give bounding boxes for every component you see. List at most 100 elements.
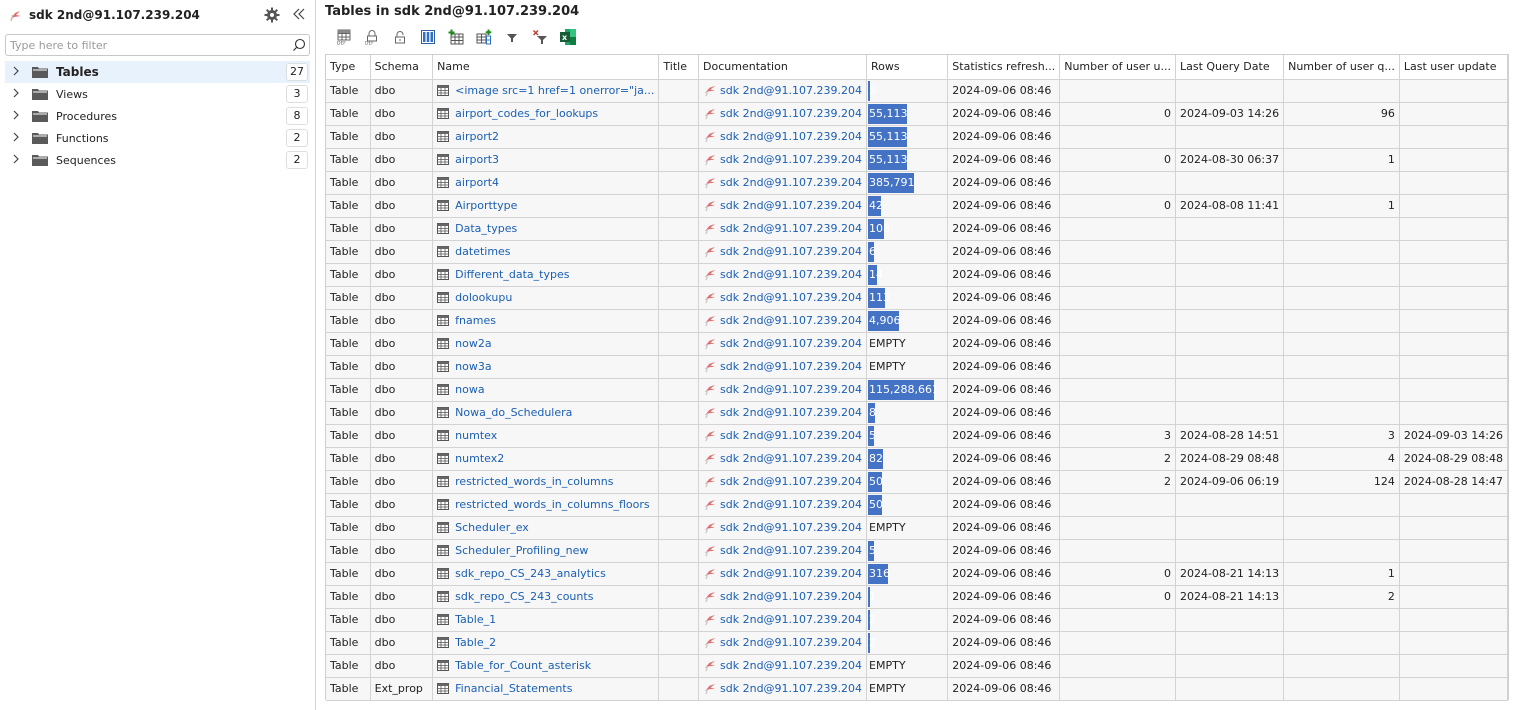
- documentation-link[interactable]: sdk 2nd@91.107.239.204: [720, 521, 862, 534]
- documentation-cell[interactable]: sdk 2nd@91.107.239.204: [698, 469, 868, 494]
- documentation-cell[interactable]: sdk 2nd@91.107.239.204: [698, 193, 868, 218]
- documentation-cell[interactable]: sdk 2nd@91.107.239.204: [698, 216, 868, 241]
- table-name-link[interactable]: Data_types: [455, 222, 517, 235]
- table-name-link[interactable]: now2a: [455, 337, 491, 350]
- documentation-cell[interactable]: sdk 2nd@91.107.239.204: [698, 423, 868, 448]
- column-header[interactable]: Type: [326, 55, 371, 80]
- documentation-cell[interactable]: sdk 2nd@91.107.239.204: [698, 262, 868, 287]
- documentation-link[interactable]: sdk 2nd@91.107.239.204: [720, 153, 862, 166]
- table-name-link[interactable]: sdk_repo_CS_243_analytics: [455, 567, 606, 580]
- documentation-cell[interactable]: sdk 2nd@91.107.239.204: [698, 308, 868, 333]
- table-row[interactable]: Table dbo Table_1 sdk 2nd@91.107.239.204 2 20…: [326, 607, 1509, 632]
- documentation-cell[interactable]: sdk 2nd@91.107.239.204: [698, 561, 868, 586]
- table-name-link[interactable]: datetimes: [455, 245, 510, 258]
- table-name-link[interactable]: dolookupu: [455, 291, 512, 304]
- name-cell[interactable]: Table_1: [432, 607, 660, 632]
- documentation-cell[interactable]: sdk 2nd@91.107.239.204: [698, 377, 868, 402]
- table-row[interactable]: Table dbo airport2 sdk 2nd@91.107.239.204 55…: [326, 124, 1509, 149]
- name-cell[interactable]: now3a: [432, 354, 660, 379]
- tree-item-functions[interactable]: Functions 2: [5, 127, 310, 149]
- documentation-cell[interactable]: sdk 2nd@91.107.239.204: [698, 285, 868, 310]
- documentation-cell[interactable]: sdk 2nd@91.107.239.204: [698, 515, 868, 540]
- name-cell[interactable]: dolookupu: [432, 285, 660, 310]
- table-name-link[interactable]: airport_codes_for_lookups: [455, 107, 598, 120]
- table-row[interactable]: Table dbo numtex sdk 2nd@91.107.239.204 5 202…: [326, 423, 1509, 448]
- table-name-link[interactable]: Nowa_do_Schedulera: [455, 406, 572, 419]
- documentation-link[interactable]: sdk 2nd@91.107.239.204: [720, 429, 862, 442]
- filter-button[interactable]: [502, 27, 522, 47]
- table-name-link[interactable]: Financial_Statements: [455, 682, 572, 695]
- documentation-link[interactable]: sdk 2nd@91.107.239.204: [720, 245, 862, 258]
- table-row[interactable]: Table dbo Scheduler_ex sdk 2nd@91.107.239.2…: [326, 515, 1509, 540]
- chevron-right-icon[interactable]: [5, 110, 27, 123]
- documentation-cell[interactable]: sdk 2nd@91.107.239.204: [698, 170, 868, 195]
- documentation-link[interactable]: sdk 2nd@91.107.239.204: [720, 383, 862, 396]
- def-grid-button[interactable]: DEF: [334, 27, 354, 47]
- documentation-cell[interactable]: sdk 2nd@91.107.239.204: [698, 653, 868, 678]
- column-header[interactable]: Last user update: [1398, 55, 1509, 80]
- table-row[interactable]: Table dbo Table_for_Count_asterisk sdk 2nd@…: [326, 653, 1509, 678]
- def-lock-button[interactable]: DEF: [362, 27, 382, 47]
- table-row[interactable]: Table dbo datetimes sdk 2nd@91.107.239.204 6…: [326, 239, 1509, 264]
- documentation-cell[interactable]: sdk 2nd@91.107.239.204: [698, 607, 868, 632]
- name-cell[interactable]: numtex2: [432, 446, 660, 471]
- documentation-link[interactable]: sdk 2nd@91.107.239.204: [720, 222, 862, 235]
- documentation-cell[interactable]: sdk 2nd@91.107.239.204: [698, 354, 868, 379]
- documentation-link[interactable]: sdk 2nd@91.107.239.204: [720, 636, 862, 649]
- table-name-link[interactable]: numtex: [455, 429, 497, 442]
- name-cell[interactable]: sdk_repo_CS_243_counts: [432, 584, 660, 609]
- column-header[interactable]: Schema: [369, 55, 434, 80]
- table-row[interactable]: Table dbo restricted_words_in_columns_floo…: [326, 492, 1509, 517]
- add-column-button[interactable]: [474, 27, 494, 47]
- table-name-link[interactable]: fnames: [455, 314, 496, 327]
- table-row[interactable]: Table dbo nowa sdk 2nd@91.107.239.204 115,28…: [326, 377, 1509, 402]
- column-header[interactable]: Number of user q...: [1283, 55, 1400, 80]
- table-name-link[interactable]: airport3: [455, 153, 499, 166]
- name-cell[interactable]: now2a: [432, 331, 660, 356]
- table-row[interactable]: Table dbo dolookupu sdk 2nd@91.107.239.204 1…: [326, 285, 1509, 310]
- table-row[interactable]: Table dbo sdk_repo_CS_243_analytics sdk 2nd…: [326, 561, 1509, 586]
- add-table-button[interactable]: [446, 27, 466, 47]
- search-button[interactable]: [289, 35, 309, 55]
- export-excel-button[interactable]: x: [558, 27, 578, 47]
- table-name-link[interactable]: airport2: [455, 130, 499, 143]
- documentation-link[interactable]: sdk 2nd@91.107.239.204: [720, 567, 862, 580]
- table-name-link[interactable]: Table_for_Count_asterisk: [455, 659, 591, 672]
- documentation-cell[interactable]: sdk 2nd@91.107.239.204: [698, 239, 868, 264]
- documentation-link[interactable]: sdk 2nd@91.107.239.204: [720, 360, 862, 373]
- settings-button[interactable]: [263, 6, 281, 24]
- table-name-link[interactable]: sdk_repo_CS_243_counts: [455, 590, 593, 603]
- documentation-link[interactable]: sdk 2nd@91.107.239.204: [720, 199, 862, 212]
- documentation-link[interactable]: sdk 2nd@91.107.239.204: [720, 268, 862, 281]
- documentation-link[interactable]: sdk 2nd@91.107.239.204: [720, 613, 862, 626]
- documentation-link[interactable]: sdk 2nd@91.107.239.204: [720, 130, 862, 143]
- table-name-link[interactable]: now3a: [455, 360, 491, 373]
- column-header[interactable]: Documentation: [698, 55, 868, 80]
- chevron-right-icon[interactable]: [5, 154, 27, 167]
- chevron-right-icon[interactable]: [5, 66, 27, 79]
- column-header[interactable]: Number of user u...: [1059, 55, 1176, 80]
- documentation-link[interactable]: sdk 2nd@91.107.239.204: [720, 475, 862, 488]
- name-cell[interactable]: airport_codes_for_lookups: [432, 101, 660, 126]
- name-cell[interactable]: datetimes: [432, 239, 660, 264]
- documentation-cell[interactable]: sdk 2nd@91.107.239.204: [698, 584, 868, 609]
- table-name-link[interactable]: Scheduler_ex: [455, 521, 529, 534]
- table-name-link[interactable]: Table_2: [455, 636, 496, 649]
- table-row[interactable]: Table dbo airport_codes_for_lookups sdk 2nd…: [326, 101, 1509, 126]
- name-cell[interactable]: nowa: [432, 377, 660, 402]
- documentation-cell[interactable]: sdk 2nd@91.107.239.204: [698, 124, 868, 149]
- documentation-cell[interactable]: sdk 2nd@91.107.239.204: [698, 400, 868, 425]
- name-cell[interactable]: airport3: [432, 147, 660, 172]
- table-row[interactable]: Table dbo <image src=1 href=1 onerror="ja.…: [326, 78, 1509, 103]
- table-row[interactable]: Table dbo restricted_words_in_columns sdk 2…: [326, 469, 1509, 494]
- documentation-link[interactable]: sdk 2nd@91.107.239.204: [720, 452, 862, 465]
- documentation-link[interactable]: sdk 2nd@91.107.239.204: [720, 291, 862, 304]
- documentation-cell[interactable]: sdk 2nd@91.107.239.204: [698, 676, 868, 701]
- clear-filter-button[interactable]: [530, 27, 550, 47]
- name-cell[interactable]: airport2: [432, 124, 660, 149]
- tree-item-sequences[interactable]: Sequences 2: [5, 149, 310, 171]
- table-row[interactable]: Table dbo Scheduler_Profiling_new sdk 2nd@9…: [326, 538, 1509, 563]
- documentation-cell[interactable]: sdk 2nd@91.107.239.204: [698, 331, 868, 356]
- tree-item-tables[interactable]: Tables 27: [5, 61, 310, 83]
- name-cell[interactable]: sdk_repo_CS_243_analytics: [432, 561, 660, 586]
